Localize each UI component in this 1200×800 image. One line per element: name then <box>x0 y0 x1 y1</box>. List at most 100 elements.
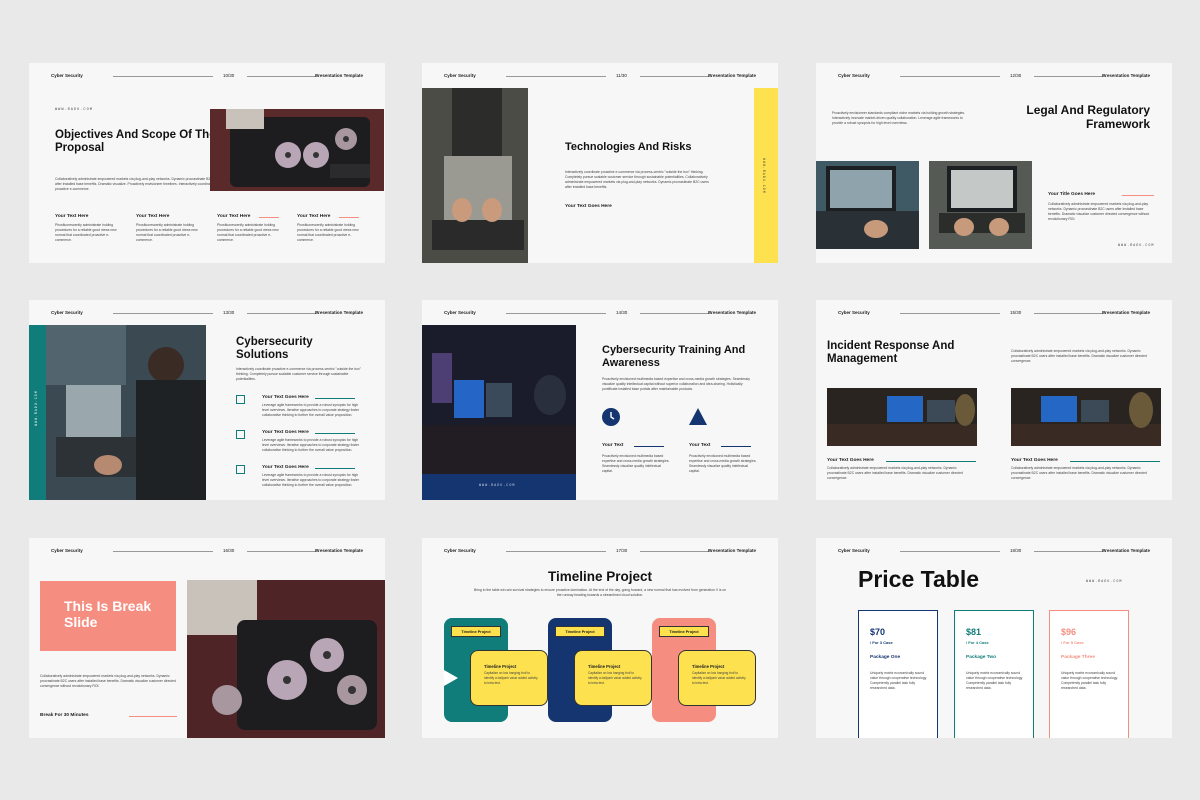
price-value: $96 <box>1061 627 1077 637</box>
header-left: Cyber Security <box>444 310 476 315</box>
slide-number: 15/30 <box>1010 310 1022 315</box>
price-value: $70 <box>870 627 886 637</box>
slide-17[interactable]: Cyber Security 17/30 Presentation Templa… <box>422 538 778 738</box>
sub-title: Your Title Goes Here <box>1048 192 1096 197</box>
header-left: Cyber Security <box>444 548 476 553</box>
slide-title: Incident Response And Management <box>827 340 955 366</box>
timeline-tag: Timeline Project <box>659 626 709 637</box>
col-title: Your Text Here <box>297 214 331 219</box>
url-text: WWW.RADU.COM <box>1118 244 1155 248</box>
price-value: $81 <box>966 627 982 637</box>
url-vertical: WWW.RADU.COM <box>762 158 766 194</box>
accent-bar <box>754 88 778 263</box>
header-right: Presentation Template <box>1102 310 1150 315</box>
col-title: Your Text Here <box>217 214 251 219</box>
slide-number: 17/30 <box>616 548 628 553</box>
cd-case-illustration <box>187 580 385 738</box>
slide-header: Cyber Security 17/30 Presentation Templa… <box>444 548 756 558</box>
header-line <box>1034 76 1106 77</box>
card-title: Timeline Project <box>484 664 517 669</box>
night-office-photo <box>1011 388 1161 446</box>
number-two-icon <box>236 430 245 439</box>
plan-name: Package Two <box>966 655 997 660</box>
slide-number: 12/30 <box>1010 73 1022 78</box>
slide-header: Cyber Security 13/30 Presentation Templa… <box>51 310 363 320</box>
slide-16[interactable]: Cyber Security 16/30 Presentation Templa… <box>29 538 385 738</box>
body-text: Interactively coordinate proactive e-com… <box>236 367 361 382</box>
header-right: Presentation Template <box>708 73 756 78</box>
cd-case-illustration <box>210 109 384 191</box>
cd-case-photo <box>187 580 385 738</box>
body-text: Proactively envisioned multimedia based … <box>602 377 750 392</box>
col-title: Your Text <box>602 443 624 448</box>
header-left: Cyber Security <box>838 548 870 553</box>
slide-header: Cyber Security 18/30 Presentation Templa… <box>838 548 1150 558</box>
accent-line <box>1122 195 1154 196</box>
laptop-illustration <box>422 88 528 263</box>
accent-line <box>339 217 359 218</box>
card-title: Timeline Project <box>692 664 725 669</box>
plan-desc: Uniquely matrix economically sound value… <box>966 671 1024 691</box>
cd-case-photo <box>210 109 384 191</box>
header-line <box>247 76 319 77</box>
item-body: Leverage agile frameworks to provide a r… <box>262 473 360 488</box>
slide-15[interactable]: Cyber Security 15/30 Presentation Templa… <box>816 300 1172 500</box>
slide-number: 11/30 <box>616 73 627 78</box>
slide-header: Cyber Security 12/30 Presentation Templa… <box>838 73 1150 83</box>
slide-18[interactable]: Cyber Security 18/30 Presentation Templa… <box>816 538 1172 738</box>
header-left: Cyber Security <box>51 548 83 553</box>
header-line <box>113 551 213 552</box>
accent-line <box>1070 461 1160 462</box>
warning-icon <box>689 408 707 425</box>
body-text: Collaboratively administrate empowered m… <box>1011 349 1147 364</box>
number-three-icon <box>236 465 245 474</box>
col-body: Phosfluorescently administrate holding p… <box>217 223 279 243</box>
col-body: Phosfluorescently administrate holding p… <box>136 223 198 243</box>
col-title: Your Text <box>689 443 711 448</box>
slide-13[interactable]: Cyber Security 13/30 Presentation Templa… <box>29 300 385 500</box>
slide-number: 18/30 <box>1010 548 1022 553</box>
plan-desc: Uniquely matrix economically sound value… <box>870 671 928 691</box>
accent-line <box>259 217 279 218</box>
header-line <box>506 313 606 314</box>
url-text: WWW.RADU.COM <box>1086 580 1123 584</box>
col-title: Your Text Here <box>55 214 89 219</box>
header-right: Presentation Template <box>315 548 363 553</box>
slide-header: Cyber Security 15/30 Presentation Templa… <box>838 310 1150 320</box>
laptop-photo <box>929 161 1032 249</box>
col-body: Collaboratively administrate empowered m… <box>1011 466 1147 481</box>
slide-11[interactable]: Cyber Security 11/30 Presentation Templa… <box>422 63 778 263</box>
body-text: Interactively coordinate proactive e-com… <box>565 170 709 190</box>
header-left: Cyber Security <box>444 73 476 78</box>
header-line <box>247 551 319 552</box>
timeline-tag: Timeline Project <box>555 626 605 637</box>
col-body: Proactively envisioned multimedia based … <box>602 454 670 474</box>
header-line <box>247 313 319 314</box>
header-line <box>640 313 712 314</box>
slide-number: 14/30 <box>616 310 628 315</box>
header-left: Cyber Security <box>51 310 83 315</box>
col-title: Your Text Goes Here <box>1011 458 1058 463</box>
header-line <box>1034 313 1106 314</box>
man-laptop-photo <box>46 325 206 500</box>
body-text: Proactively envisioneer standards compli… <box>832 111 966 126</box>
item-body: Leverage agile frameworks to provide a r… <box>262 438 360 453</box>
accent-line <box>315 468 355 469</box>
slide-title: Technologies And Risks <box>565 141 692 153</box>
price-period: / For 5 Case <box>1061 640 1084 645</box>
slide-14[interactable]: Cyber Security 14/30 Presentation Templa… <box>422 300 778 500</box>
slide-12[interactable]: Cyber Security 12/30 Presentation Templa… <box>816 63 1172 263</box>
header-line <box>1034 551 1106 552</box>
header-right: Presentation Template <box>1102 548 1150 553</box>
slide-header: Cyber Security 14/30 Presentation Templa… <box>444 310 756 320</box>
slide-number: 10/30 <box>223 73 235 78</box>
sub-title: Your Text Goes Here <box>565 204 612 209</box>
header-line <box>900 313 1000 314</box>
monitor-illustration <box>422 325 576 474</box>
header-line <box>640 76 712 77</box>
arrow-icon <box>444 670 458 686</box>
laptop-photo <box>816 161 919 249</box>
slide-10[interactable]: Cyber Security 10/30 Presentation Templa… <box>29 63 385 263</box>
accent-line <box>886 461 976 462</box>
clock-icon <box>602 408 620 426</box>
